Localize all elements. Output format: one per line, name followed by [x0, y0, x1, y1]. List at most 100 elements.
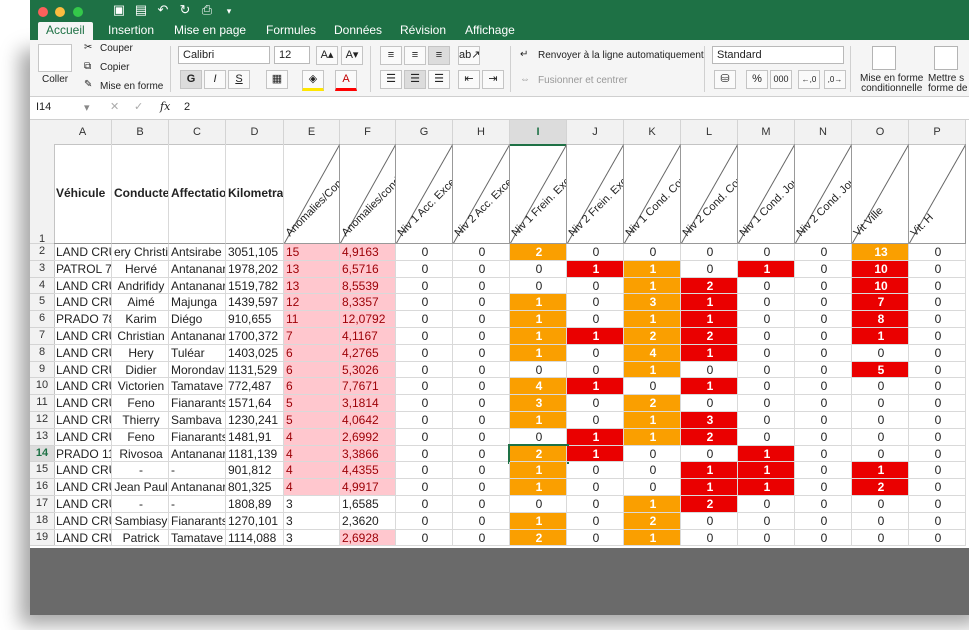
cell-g14[interactable]: 0: [396, 445, 453, 463]
accounting-format-icon[interactable]: ⛁: [714, 70, 736, 89]
cell-d4[interactable]: 1519,782: [226, 277, 284, 295]
cell-m2[interactable]: 0: [738, 244, 795, 261]
cell-f5[interactable]: 8,3357: [340, 294, 396, 312]
row-header-12[interactable]: 12: [30, 412, 55, 429]
cell-d3[interactable]: 1978,202: [226, 260, 284, 278]
cell-o14[interactable]: 0: [852, 445, 909, 463]
row-header-17[interactable]: 17: [30, 496, 55, 513]
cell-p19[interactable]: 0: [909, 529, 966, 547]
cell-l16[interactable]: 1: [681, 479, 738, 496]
cell-n14[interactable]: 0: [795, 445, 852, 463]
cell-f9[interactable]: 5,3026: [340, 361, 396, 379]
cell-m5[interactable]: 0: [738, 294, 795, 312]
cell-m8[interactable]: 0: [738, 344, 795, 362]
cell-d9[interactable]: 1131,529: [226, 361, 284, 379]
header-cell-n[interactable]: Niv 2 Cond. Jour.: [795, 144, 852, 244]
cell-b18[interactable]: Sambiasy: [112, 512, 169, 530]
cell-c9[interactable]: Morondava: [169, 361, 226, 379]
cell-n17[interactable]: 0: [795, 496, 852, 513]
cell-p14[interactable]: 0: [909, 445, 966, 463]
cell-j5[interactable]: 0: [567, 294, 624, 312]
cell-d19[interactable]: 1114,088: [226, 529, 284, 547]
cell-a14[interactable]: PRADO 116: [54, 445, 112, 463]
tab-revision[interactable]: Révision: [400, 22, 446, 40]
cell-k19[interactable]: 1: [624, 529, 681, 547]
cell-e17[interactable]: 3: [284, 496, 340, 513]
cell-g12[interactable]: 0: [396, 412, 453, 429]
cell-e7[interactable]: 7: [284, 328, 340, 345]
cell-a19[interactable]: LAND CRUI: [54, 529, 112, 547]
cell-j13[interactable]: 1: [567, 428, 624, 446]
cell-f18[interactable]: 2,3620: [340, 512, 396, 530]
header-cell-b[interactable]: Conducteur: [112, 144, 169, 244]
cell-j8[interactable]: 0: [567, 344, 624, 362]
cell-j16[interactable]: 0: [567, 479, 624, 496]
cell-n16[interactable]: 0: [795, 479, 852, 496]
select-all-corner[interactable]: [30, 120, 55, 145]
cell-k16[interactable]: 0: [624, 479, 681, 496]
copy-button[interactable]: Copier: [100, 62, 129, 73]
cell-c14[interactable]: Antananari: [169, 445, 226, 463]
row-header-11[interactable]: 11: [30, 395, 55, 412]
align-top-icon[interactable]: ≡: [380, 46, 402, 65]
header-cell-e[interactable]: Anomalies/Conducteur: [284, 144, 340, 244]
align-right-icon[interactable]: ☰: [428, 70, 450, 89]
cell-h11[interactable]: 0: [453, 395, 510, 412]
cell-a3[interactable]: PATROL 76: [54, 260, 112, 278]
column-header-k[interactable]: K: [624, 120, 681, 145]
cell-e12[interactable]: 5: [284, 412, 340, 429]
row-header-6[interactable]: 6: [30, 311, 55, 328]
wrap-text-button[interactable]: Renvoyer à la ligne automatiquement: [538, 50, 704, 61]
name-box-chevron-icon[interactable]: ▾: [84, 101, 90, 114]
tab-formules[interactable]: Formules: [266, 22, 316, 40]
cell-a2[interactable]: LAND CRUI: [54, 244, 112, 261]
cell-c8[interactable]: Tuléar: [169, 344, 226, 362]
column-header-e[interactable]: E: [284, 120, 340, 145]
cell-o9[interactable]: 5: [852, 361, 909, 379]
cell-n18[interactable]: 0: [795, 512, 852, 530]
cell-f4[interactable]: 8,5539: [340, 277, 396, 295]
cell-h12[interactable]: 0: [453, 412, 510, 429]
cell-g18[interactable]: 0: [396, 512, 453, 530]
cell-p13[interactable]: 0: [909, 428, 966, 446]
cell-b15[interactable]: -: [112, 462, 169, 480]
cell-l18[interactable]: 0: [681, 512, 738, 530]
cell-g15[interactable]: 0: [396, 462, 453, 480]
header-cell-l[interactable]: Niv 2 Cond. Continu: [681, 144, 738, 244]
tab-accueil[interactable]: Accueil: [38, 22, 93, 40]
row-header-16[interactable]: 16: [30, 479, 55, 496]
row-header-5[interactable]: 5: [30, 294, 55, 312]
cell-d14[interactable]: 1181,139: [226, 445, 284, 463]
column-header-b[interactable]: B: [112, 120, 169, 145]
font-color-icon[interactable]: A: [335, 70, 357, 91]
cell-e14[interactable]: 4: [284, 445, 340, 463]
cell-c6[interactable]: Diégo: [169, 311, 226, 328]
cell-p17[interactable]: 0: [909, 496, 966, 513]
cell-a4[interactable]: LAND CRUI: [54, 277, 112, 295]
cell-i4[interactable]: 0: [510, 277, 567, 295]
decrease-decimal-icon[interactable]: ,0→: [824, 70, 846, 89]
cell-i12[interactable]: 1: [510, 412, 567, 429]
cell-j11[interactable]: 0: [567, 395, 624, 412]
cell-h13[interactable]: 0: [453, 428, 510, 446]
cell-i14[interactable]: 2: [508, 443, 569, 465]
font-name-select[interactable]: Calibri: [178, 46, 270, 64]
cell-m13[interactable]: 0: [738, 428, 795, 446]
bold-button[interactable]: G: [180, 70, 202, 89]
cell-l10[interactable]: 1: [681, 378, 738, 396]
column-header-j[interactable]: J: [567, 120, 624, 145]
cell-g3[interactable]: 0: [396, 260, 453, 278]
decrease-font-icon[interactable]: A▾: [341, 46, 363, 65]
cell-m11[interactable]: 0: [738, 395, 795, 412]
cell-c15[interactable]: -: [169, 462, 226, 480]
cell-f13[interactable]: 2,6992: [340, 428, 396, 446]
cell-e9[interactable]: 6: [284, 361, 340, 379]
cell-b8[interactable]: Hery: [112, 344, 169, 362]
cell-l8[interactable]: 1: [681, 344, 738, 362]
column-header-l[interactable]: L: [681, 120, 738, 145]
cell-i13[interactable]: 0: [510, 428, 567, 446]
cell-p11[interactable]: 0: [909, 395, 966, 412]
cell-f6[interactable]: 12,0792: [340, 311, 396, 328]
cell-c2[interactable]: Antsirabe: [169, 244, 226, 261]
cell-g4[interactable]: 0: [396, 277, 453, 295]
